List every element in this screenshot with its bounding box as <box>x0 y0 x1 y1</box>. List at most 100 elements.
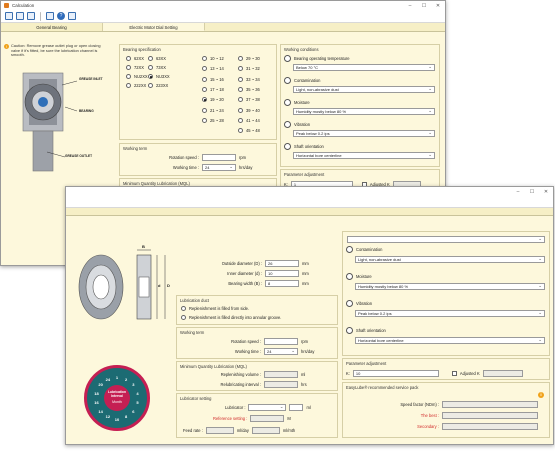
bearing-series-option[interactable]: 62XX <box>126 56 144 61</box>
close-button-2[interactable]: ✕ <box>539 189 553 195</box>
series-radio[interactable] <box>126 65 131 70</box>
help-icon[interactable]: ? <box>57 12 65 20</box>
lubricator-select-2[interactable] <box>248 404 287 411</box>
size-radio[interactable] <box>202 76 207 82</box>
size-label: 31 ~ 32 <box>246 66 260 72</box>
series-label: NU2XX <box>134 74 148 79</box>
series-radio[interactable] <box>126 56 131 61</box>
size-radio[interactable] <box>202 86 207 92</box>
series-radio[interactable] <box>148 74 153 79</box>
condition-select[interactable]: Horizontal bore centerline <box>293 152 435 159</box>
minimize-button[interactable]: – <box>403 3 417 9</box>
bearing-series-option[interactable]: 73XX <box>148 65 166 70</box>
bearing-series-option[interactable]: 223XX <box>148 83 168 88</box>
series-radio[interactable] <box>148 65 153 70</box>
info-icon-2[interactable]: i <box>538 392 544 398</box>
duct-groove-radio[interactable] <box>181 315 186 320</box>
size-range-option[interactable]: 41 ~ 44 <box>238 117 260 123</box>
size-radio[interactable] <box>202 56 207 61</box>
size-range-option[interactable]: 15 ~ 16 <box>202 76 224 82</box>
k-input-2[interactable]: 10 <box>352 370 439 377</box>
title-bar-2: – ☐ ✕ <box>66 187 553 196</box>
size-radio[interactable] <box>238 107 243 113</box>
general-bearing-window: – ☐ ✕ B d D Lubrication Interval Month 1… <box>65 186 554 445</box>
rotation-speed-input-2[interactable] <box>264 338 298 345</box>
series-radio[interactable] <box>126 74 131 79</box>
new-icon[interactable] <box>5 12 13 20</box>
size-range-option[interactable]: 33 ~ 34 <box>238 76 260 82</box>
size-radio[interactable] <box>238 117 243 123</box>
size-radio[interactable] <box>202 66 207 72</box>
size-range-option[interactable]: 29 ~ 30 <box>238 56 260 61</box>
duct-side-radio[interactable] <box>181 306 186 311</box>
size-radio[interactable] <box>238 86 243 92</box>
tab-electric-motor[interactable]: Electric Motor Dial Setting <box>103 23 205 31</box>
size-range-option[interactable]: 19 ~ 20 <box>202 97 224 103</box>
condition-select[interactable]: Peak below 0.2 ips <box>293 130 435 137</box>
dimension-label: Outside diameter (D) : <box>221 261 262 266</box>
condition-select[interactable]: Humidity mostly below 80 % <box>293 108 435 115</box>
size-range-option[interactable]: 37 ~ 38 <box>238 97 260 103</box>
bearing-series-option[interactable]: 72XX <box>126 65 144 70</box>
size-radio[interactable] <box>202 97 207 103</box>
tab-general-bearing[interactable]: General Bearing <box>1 23 103 31</box>
dimension-unit: mm <box>302 271 309 276</box>
bearing-series-option[interactable]: 63XX <box>148 56 166 61</box>
dimension-input[interactable]: 10 <box>265 270 299 277</box>
condition-select-2[interactable]: Horizontal bore centerline <box>355 337 545 344</box>
feed-unit-day-2: ml/day <box>236 428 249 433</box>
size-range-option[interactable]: 13 ~ 14 <box>202 66 224 72</box>
size-label: 17 ~ 18 <box>210 86 224 92</box>
size-radio[interactable] <box>238 66 243 72</box>
size-label: 45 ~ 48 <box>246 128 260 134</box>
size-radio[interactable] <box>202 117 207 123</box>
bearing-series-option[interactable]: 222XX <box>126 83 146 88</box>
lubricator-label-2: Lubricator : <box>225 405 246 410</box>
window-icon[interactable] <box>16 12 24 20</box>
condition-select-2[interactable]: Peak below 0.2 ips <box>355 310 545 317</box>
layout-icon[interactable] <box>27 12 35 20</box>
grease-inlet-label: GREASE INLET <box>79 77 103 81</box>
size-range-option[interactable]: 17 ~ 18 <box>202 86 224 92</box>
series-radio[interactable] <box>148 56 153 61</box>
bearing-series-option[interactable]: NU2XX <box>126 74 148 79</box>
print-icon[interactable] <box>46 12 54 20</box>
close-button[interactable]: ✕ <box>431 3 445 9</box>
size-range-option[interactable]: 10 ~ 12 <box>202 56 224 61</box>
rotation-speed-input[interactable] <box>202 154 236 161</box>
k-label-2: K: <box>346 371 350 376</box>
temperature-select-2[interactable] <box>347 236 545 243</box>
size-radio[interactable] <box>238 56 243 61</box>
series-radio[interactable] <box>148 83 153 88</box>
condition-select[interactable]: Light, non-abrasive dust <box>293 86 435 93</box>
size-radio[interactable] <box>238 128 243 134</box>
lubrication-interval-gauge[interactable]: Lubrication Interval Month 1 2 3 4 5 6 8 10 12 14… <box>84 365 150 431</box>
size-range-option[interactable]: 35 ~ 36 <box>238 86 260 92</box>
maximize-button-2[interactable]: ☐ <box>525 189 539 195</box>
size-range-option[interactable]: 31 ~ 32 <box>238 66 260 72</box>
size-radio[interactable] <box>238 97 243 103</box>
size-radio[interactable] <box>202 107 207 113</box>
export-icon[interactable] <box>68 12 76 20</box>
size-range-option[interactable]: 39 ~ 40 <box>238 107 260 113</box>
size-range-option[interactable]: 25 ~ 28 <box>202 117 224 123</box>
bearing-series-option[interactable]: NU3XX <box>148 74 170 79</box>
adjusted-k-checkbox-2[interactable] <box>451 371 457 376</box>
lubricator-ml-field-2[interactable] <box>289 404 304 411</box>
maximize-button[interactable]: ☐ <box>417 3 431 9</box>
condition-select-2[interactable]: Humidity mostly below 80 % <box>355 283 545 290</box>
relub-unit-2: hrs <box>301 382 307 387</box>
working-conditions-title: Working conditions <box>284 47 319 52</box>
working-time-select-2[interactable]: 24 <box>264 348 298 355</box>
dimension-input[interactable]: 8 <box>265 280 299 287</box>
size-range-option[interactable]: 45 ~ 48 <box>238 128 260 134</box>
working-time-select[interactable]: 24 <box>202 164 236 171</box>
size-radio[interactable] <box>238 76 243 82</box>
toolbar: ? <box>1 10 445 23</box>
size-range-option[interactable]: 21 ~ 24 <box>202 107 224 113</box>
dimension-input[interactable]: 26 <box>265 260 299 267</box>
condition-select[interactable]: Below 70 °C <box>293 64 435 71</box>
minimize-button-2[interactable]: – <box>511 189 525 195</box>
condition-select-2[interactable]: Light, non-abrasive dust <box>355 256 545 263</box>
series-radio[interactable] <box>126 83 131 88</box>
